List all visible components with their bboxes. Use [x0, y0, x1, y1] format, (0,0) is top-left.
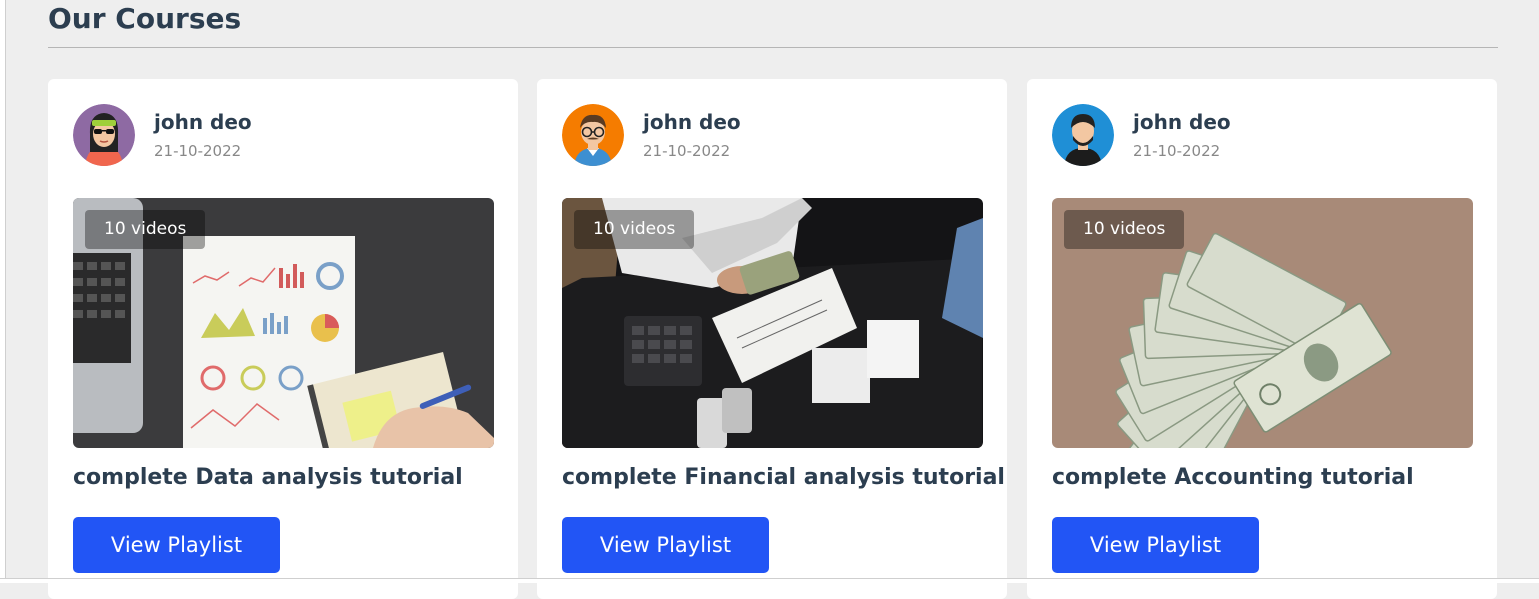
author-name: john deo [154, 110, 252, 134]
video-count-badge: 10 videos [1064, 210, 1185, 249]
dollar-bills-fan-image[interactable]: 10 videos [1052, 198, 1473, 448]
data-charts-laptop-image[interactable]: 10 videos [73, 198, 494, 448]
course-title[interactable]: complete Data analysis tutorial [73, 465, 463, 490]
man-glasses-avatar-icon[interactable] [562, 104, 624, 166]
section-title: Our Courses [48, 2, 242, 35]
section-divider [48, 47, 1498, 48]
view-playlist-button[interactable]: View Playlist [1052, 517, 1259, 573]
video-count-badge: 10 videos [85, 210, 206, 249]
window-bottom-edge [0, 578, 1539, 583]
author-name: john deo [643, 110, 741, 134]
counting-money-desk-image[interactable]: 10 videos [562, 198, 983, 448]
window-left-edge [0, 0, 6, 583]
author-name: john deo [1133, 110, 1231, 134]
course-title[interactable]: complete Accounting tutorial [1052, 465, 1414, 490]
course-card-financial-analysis: john deo 21-10-2022 10 videos complete F… [537, 79, 1007, 599]
man-avatar-icon[interactable] [1052, 104, 1114, 166]
course-card-accounting: john deo 21-10-2022 10 videos complete A… [1027, 79, 1497, 599]
publish-date: 21-10-2022 [154, 142, 242, 160]
course-title[interactable]: complete Financial analysis tutorial [562, 465, 1005, 490]
publish-date: 21-10-2022 [643, 142, 731, 160]
course-card-data-analysis: john deo 21-10-2022 10 videos complete D… [48, 79, 518, 599]
video-count-badge: 10 videos [574, 210, 695, 249]
woman-sunglasses-avatar-icon[interactable] [73, 104, 135, 166]
view-playlist-button[interactable]: View Playlist [73, 517, 280, 573]
publish-date: 21-10-2022 [1133, 142, 1221, 160]
view-playlist-button[interactable]: View Playlist [562, 517, 769, 573]
